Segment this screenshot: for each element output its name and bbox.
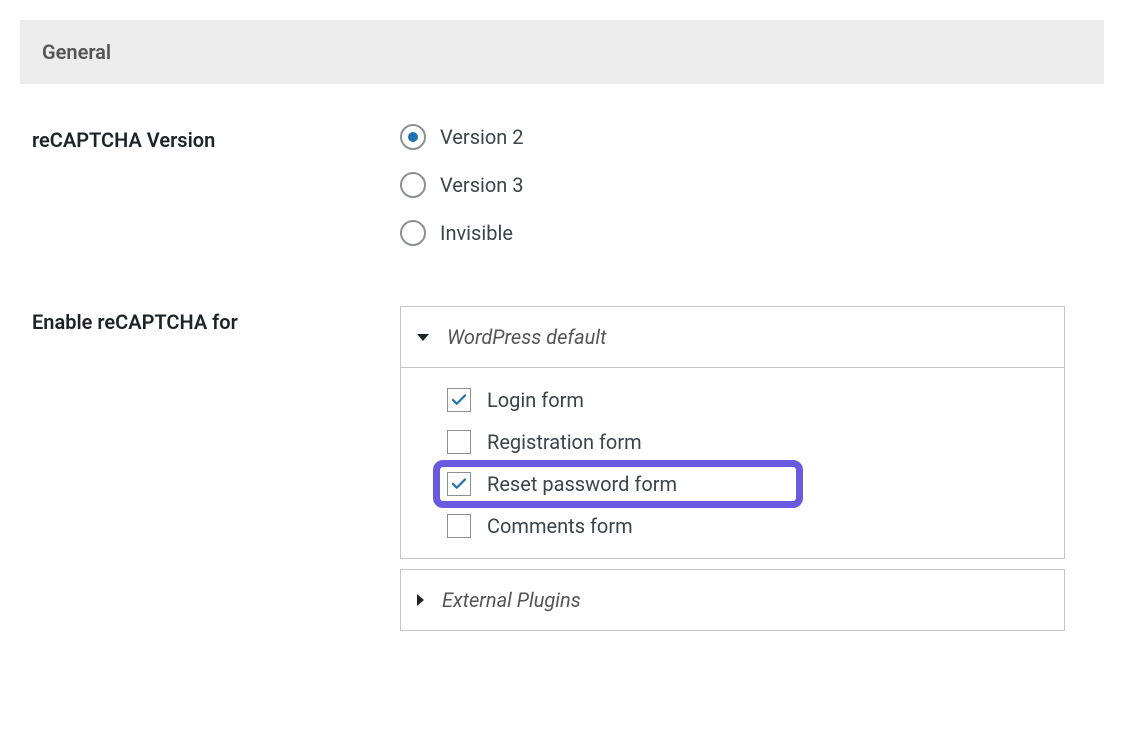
panel-external-plugins: External Plugins (400, 569, 1065, 631)
radio-label: Version 3 (440, 173, 524, 197)
radio-label: Invisible (440, 221, 513, 245)
caret-right-icon (417, 594, 424, 606)
panel-body: Login form Registration form Reset passwor… (401, 368, 1064, 558)
radio-icon (400, 172, 426, 198)
radio-option-version-2[interactable]: Version 2 (400, 124, 1104, 150)
panel-wordpress-default: WordPress default Login form Registration … (400, 306, 1065, 559)
recaptcha-version-label: reCAPTCHA Version (20, 124, 400, 152)
panel-title: External Plugins (442, 588, 581, 612)
checkbox-label: Login form (487, 388, 584, 412)
checkbox-login-form[interactable]: Login form (447, 388, 1034, 412)
radio-icon (400, 124, 426, 150)
panel-header[interactable]: WordPress default (401, 307, 1064, 368)
checkbox-label: Registration form (487, 430, 642, 454)
radio-icon (400, 220, 426, 246)
radio-label: Version 2 (440, 125, 524, 149)
caret-down-icon (417, 334, 429, 341)
checkbox-icon (447, 514, 471, 538)
checkbox-comments-form[interactable]: Comments form (447, 514, 1034, 538)
enable-recaptcha-label: Enable reCAPTCHA for (20, 306, 400, 334)
enable-panel-group: WordPress default Login form Registration … (400, 306, 1065, 631)
panel-header[interactable]: External Plugins (401, 570, 1064, 630)
checkbox-icon (447, 472, 471, 496)
section-title: General (20, 20, 1104, 84)
checkbox-label: Reset password form (487, 472, 677, 496)
radio-option-version-3[interactable]: Version 3 (400, 172, 1104, 198)
enable-recaptcha-row: Enable reCAPTCHA for WordPress default Lo… (20, 306, 1104, 641)
checkbox-icon (447, 430, 471, 454)
checkbox-icon (447, 388, 471, 412)
checkbox-reset-password-form[interactable]: Reset password form (447, 472, 1034, 496)
checkbox-label: Comments form (487, 514, 633, 538)
panel-title: WordPress default (447, 325, 606, 349)
recaptcha-version-row: reCAPTCHA Version Version 2 Version 3 Invi… (20, 124, 1104, 246)
radio-option-invisible[interactable]: Invisible (400, 220, 1104, 246)
checkbox-registration-form[interactable]: Registration form (447, 430, 1034, 454)
version-radio-group: Version 2 Version 3 Invisible (400, 124, 1104, 246)
